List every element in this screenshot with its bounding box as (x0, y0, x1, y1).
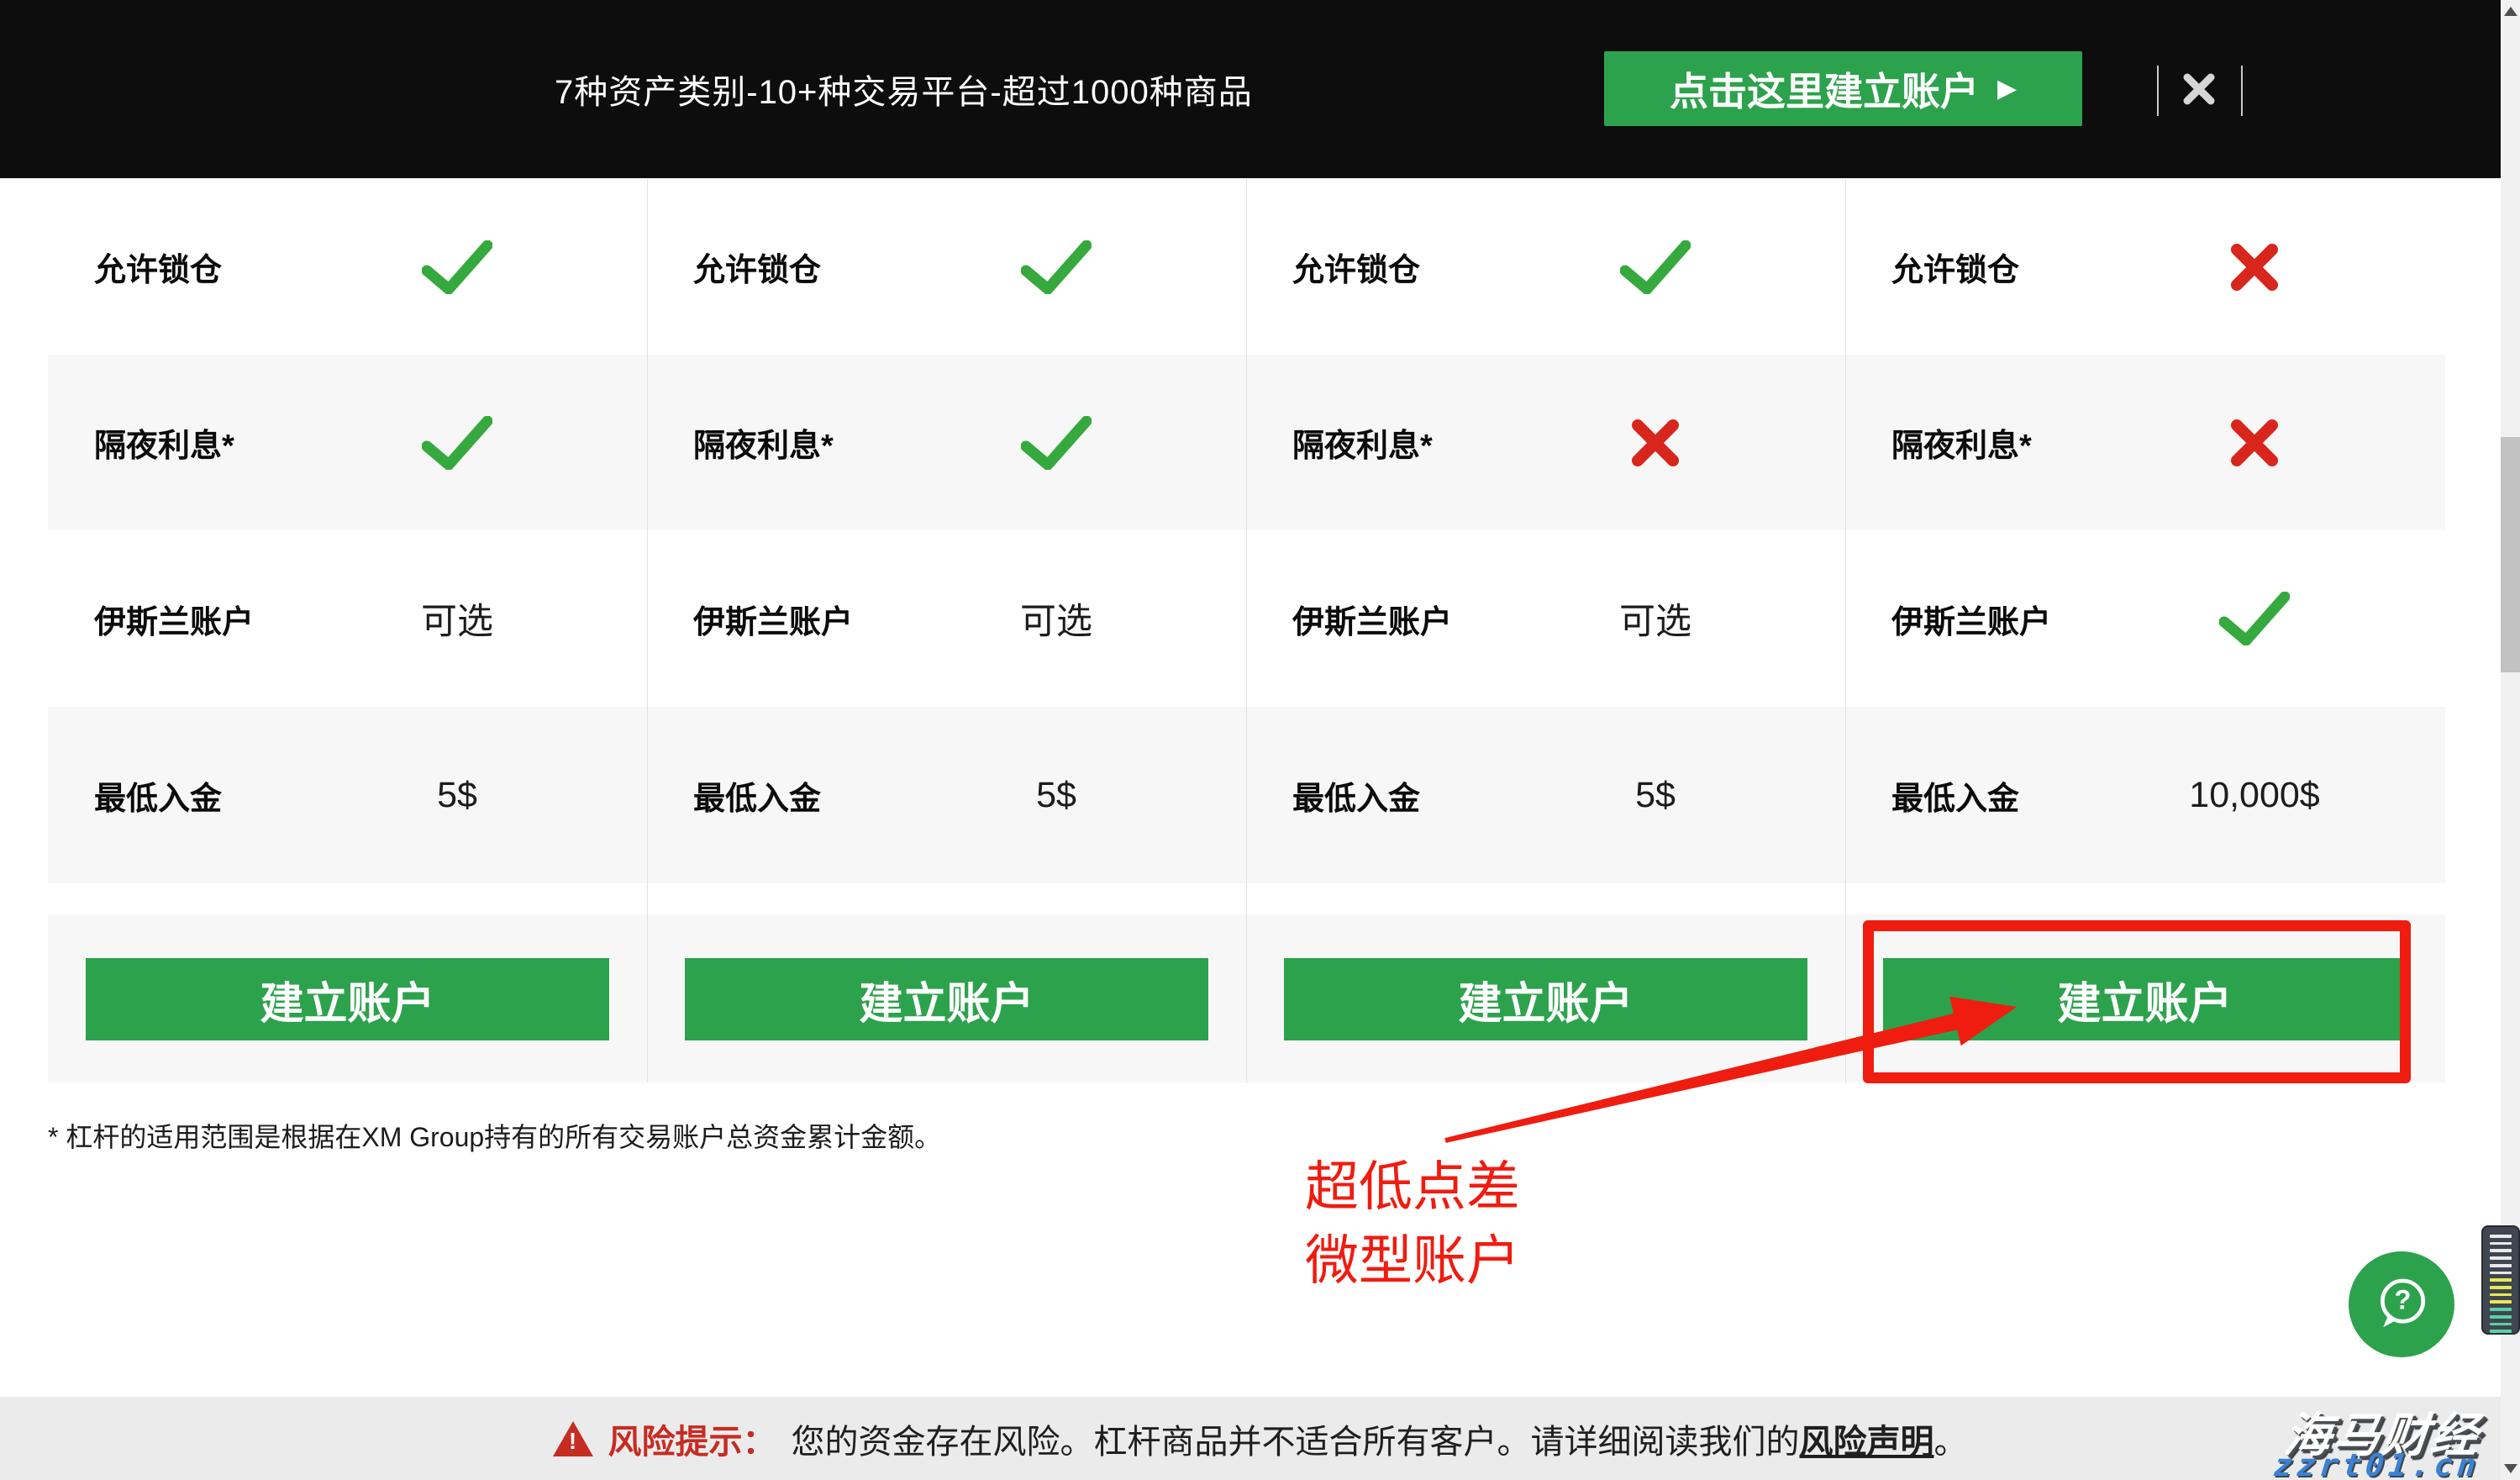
feature-label: 伊斯兰账户 (1891, 604, 2052, 640)
account-column-3: 允许锁仓 隔夜利息* 伊斯兰账户 可选 最低入金 5$ 建立账户 (1246, 179, 1845, 1082)
page: 7种资产类别-10+种交易平台-超过1000种商品 点击这里建立账户 ▶ 允许锁… (0, 0, 2520, 1480)
feature-row: 允许锁仓 (1845, 179, 2444, 355)
question-bubble-icon: ? (2381, 1278, 2426, 1328)
feature-label: 允许锁仓 (1292, 253, 1421, 288)
cross-icon (1632, 419, 1679, 466)
feature-label: 最低入金 (693, 781, 822, 817)
promo-header: 7种资产类别-10+种交易平台-超过1000种商品 点击这里建立账户 ▶ (0, 0, 2501, 178)
risk-statement-link[interactable]: 风险声明 (1800, 1424, 1934, 1461)
cross-icon (2231, 243, 2278, 291)
check-icon (422, 240, 492, 294)
feature-label: 隔夜利息* (94, 429, 234, 464)
cross-icon (2231, 419, 2278, 466)
promo-headline: 7种资产类别-10+种交易平台-超过1000种商品 (555, 74, 1253, 111)
feature-label: 伊斯兰账户 (94, 604, 255, 640)
check-icon (1021, 240, 1092, 294)
warning-triangle-icon (552, 1420, 593, 1456)
feature-row: 伊斯兰账户 可选 (647, 530, 1246, 707)
check-icon (2219, 592, 2290, 645)
cta-label: 点击这里建立账户 (1669, 69, 1979, 113)
close-icon[interactable] (2181, 71, 2217, 107)
scrollbar-up-arrow-icon[interactable] (2504, 7, 2517, 16)
feature-value: 可选 (421, 602, 493, 642)
feature-value (972, 355, 1140, 530)
feature-value (2170, 355, 2338, 530)
feature-row: 允许锁仓 (647, 179, 1246, 355)
scroll-minimap-widget[interactable] (2481, 1225, 2520, 1335)
feature-value (2170, 179, 2338, 355)
feature-row: 隔夜利息* (647, 355, 1246, 530)
feature-label: 最低入金 (94, 781, 223, 817)
feature-label: 允许锁仓 (94, 253, 223, 288)
annotation-text: 超低点差 微型账户 (1305, 1150, 1520, 1298)
feature-row: 最低入金 5$ (1246, 707, 1845, 883)
feature-value: 10,000$ (2189, 774, 2320, 815)
feature-value (373, 179, 541, 355)
feature-value (1571, 355, 1739, 530)
divider (2241, 66, 2243, 116)
feature-value: 可选 (1619, 602, 1691, 642)
check-icon (422, 415, 492, 470)
feature-label: 隔夜利息* (693, 429, 834, 464)
feature-label: 允许锁仓 (693, 253, 822, 288)
feature-value (972, 179, 1140, 355)
feature-row: 隔夜利息* (48, 355, 647, 530)
create-account-button[interactable]: 建立账户 (1284, 958, 1807, 1040)
feature-row: 允许锁仓 (48, 179, 647, 355)
risk-warning-bar: 风险提示： 您的资金存在风险。杠杆商品并不适合所有客户。请详细阅读我们的风险声明… (0, 1397, 2520, 1480)
risk-text-suffix: 。 (1933, 1423, 1968, 1461)
svg-text:?: ? (2395, 1283, 2412, 1314)
create-account-button[interactable]: 建立账户 (685, 958, 1208, 1040)
annotation-line2: 微型账户 (1305, 1230, 1520, 1291)
feature-row: 隔夜利息* (1246, 355, 1845, 530)
feature-label: 伊斯兰账户 (693, 604, 854, 640)
risk-text-body: 您的资金存在风险。杠杆商品并不适合所有客户。请详细阅读我们的 (791, 1423, 1800, 1461)
leverage-footnote: * 杠杆的适用范围是根据在XM Group持有的所有交易账户总资金累计金额。 (48, 1122, 942, 1152)
risk-label: 风险提示： (608, 1423, 776, 1461)
check-icon (1620, 240, 1691, 294)
feature-label: 隔夜利息* (1891, 429, 2032, 464)
feature-row: 隔夜利息* (1845, 355, 2444, 530)
feature-value (1571, 179, 1739, 355)
feature-row: 允许锁仓 (1246, 179, 1845, 355)
feature-row: 最低入金 10,000$ (1845, 707, 2444, 883)
account-comparison-table: 允许锁仓 隔夜利息* 伊斯兰账户 可选 最低入金 5$ 建立账户 允许锁仓 隔夜… (48, 179, 2445, 1082)
feature-row: 伊斯兰账户 可选 (48, 530, 647, 707)
right-arrow-icon: ▶ (1997, 74, 2018, 103)
feature-label: 最低入金 (1891, 781, 2020, 817)
feature-label: 允许锁仓 (1891, 253, 2020, 288)
open-account-cta-button[interactable]: 点击这里建立账户 ▶ (1604, 51, 2082, 126)
scrollbar-thumb[interactable] (2501, 437, 2520, 672)
divider (2157, 66, 2159, 116)
check-icon (1021, 415, 1092, 470)
account-column-4: 允许锁仓 隔夜利息* 伊斯兰账户 最低入金 10,000$ 建立账户 (1845, 179, 2444, 1082)
live-chat-button[interactable]: ? (2349, 1251, 2454, 1357)
feature-label: 最低入金 (1292, 781, 1421, 817)
feature-value (2170, 530, 2338, 707)
account-column-1: 允许锁仓 隔夜利息* 伊斯兰账户 可选 最低入金 5$ 建立账户 (48, 179, 647, 1082)
feature-value: 可选 (1020, 602, 1092, 642)
feature-row: 最低入金 5$ (647, 707, 1246, 883)
feature-value: 5$ (1635, 774, 1676, 815)
feature-label: 伊斯兰账户 (1292, 604, 1453, 640)
create-account-button[interactable]: 建立账户 (86, 958, 609, 1040)
annotation-line1: 超低点差 (1305, 1156, 1520, 1217)
feature-value: 5$ (437, 774, 477, 815)
watermark-url: zzrt01.cn (2271, 1447, 2482, 1480)
create-account-button[interactable]: 建立账户 (1883, 958, 2407, 1040)
feature-row: 伊斯兰账户 可选 (1246, 530, 1845, 707)
feature-row: 伊斯兰账户 (1845, 530, 2444, 707)
feature-value: 5$ (1036, 774, 1076, 815)
feature-label: 隔夜利息* (1292, 429, 1433, 464)
feature-value (373, 355, 541, 530)
risk-text: 您的资金存在风险。杠杆商品并不适合所有客户。请详细阅读我们的风险声明。 (792, 1414, 1968, 1463)
feature-row: 最低入金 5$ (48, 707, 647, 883)
account-column-2: 允许锁仓 隔夜利息* 伊斯兰账户 可选 最低入金 5$ 建立账户 (647, 179, 1246, 1082)
scrollbar-down-arrow-icon[interactable] (2504, 1464, 2517, 1473)
